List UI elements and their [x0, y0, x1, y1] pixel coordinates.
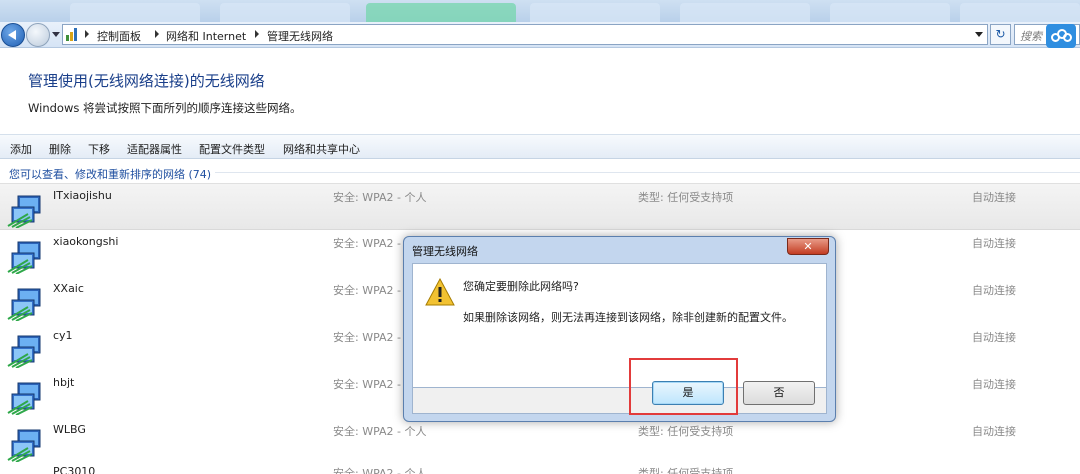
back-button[interactable] — [1, 23, 25, 47]
network-name: WLBG — [53, 423, 86, 436]
browser-tab[interactable] — [530, 3, 660, 22]
network-connect-mode: 自动连接 — [972, 331, 1016, 344]
add-button[interactable]: 添加 — [10, 141, 32, 157]
refresh-button[interactable]: ↻ — [990, 24, 1011, 45]
network-name: hbjt — [53, 376, 75, 389]
browser-tab[interactable] — [830, 3, 950, 22]
dialog-close-button[interactable]: ✕ — [787, 238, 829, 255]
network-name: xiaokongshi — [53, 235, 119, 248]
network-name: cy1 — [53, 329, 73, 342]
list-item[interactable]: PC3010 安全: WPA2 - 个人 类型: 任何受支持项 — [0, 462, 1080, 474]
control-panel-icon — [66, 28, 80, 41]
dialog-message: 如果删除该网络，则无法再连接到该网络，除非创建新的配置文件。 — [463, 311, 793, 324]
network-name: XXaic — [53, 282, 84, 295]
page-description: Windows 将尝试按照下面所列的顺序连接这些网络。 — [28, 101, 302, 115]
network-connect-mode: 自动连接 — [972, 425, 1016, 438]
breadcrumb-separator-icon[interactable] — [85, 30, 89, 38]
group-divider — [215, 172, 1080, 173]
list-item[interactable]: WLBG 安全: WPA2 - 个人 类型: 任何受支持项 自动连接 — [0, 418, 1080, 465]
forward-button[interactable] — [26, 23, 50, 47]
network-connect-mode: 自动连接 — [972, 237, 1016, 250]
dialog-body: 您确定要删除此网络吗? 如果删除该网络，则无法再连接到该网络，除非创建新的配置文… — [412, 263, 827, 388]
breadcrumb-manage-wireless[interactable]: 管理无线网络 — [267, 28, 333, 44]
page-title: 管理使用(无线网络连接)的无线网络 — [28, 72, 265, 90]
network-security: 安全: WPA2 - 个人 — [333, 191, 427, 204]
network-security: 安全: WPA2 - 个人 — [333, 467, 427, 474]
wireless-network-icon — [7, 288, 41, 321]
breadcrumb-separator-icon[interactable] — [155, 30, 159, 38]
address-toolbar: 控制面板 网络和 Internet 管理无线网络 ↻ 搜索 — [0, 22, 1080, 48]
dialog-title: 管理无线网络 — [412, 245, 478, 258]
wireless-network-icon — [7, 195, 41, 228]
network-connect-mode: 自动连接 — [972, 191, 1016, 204]
browser-tab[interactable] — [70, 3, 200, 22]
breadcrumb-separator-icon[interactable] — [255, 30, 259, 38]
network-group-header[interactable]: 您可以查看、修改和重新排序的网络 (74) — [9, 166, 211, 182]
highlight-annotation — [629, 358, 738, 415]
network-type: 类型: 任何受支持项 — [638, 191, 734, 204]
remove-button[interactable]: 删除 — [49, 141, 71, 157]
move-down-button[interactable]: 下移 — [88, 141, 110, 157]
network-connect-mode: 自动连接 — [972, 378, 1016, 391]
network-name: ITxiaojishu — [53, 189, 112, 202]
breadcrumb-control-panel[interactable]: 控制面板 — [97, 28, 141, 44]
cloud-app-icon[interactable] — [1046, 24, 1076, 48]
profile-types-button[interactable]: 配置文件类型 — [199, 141, 265, 157]
list-item[interactable]: ITxiaojishu 安全: WPA2 - 个人 类型: 任何受支持项 自动连… — [0, 183, 1080, 230]
browser-tab[interactable] — [220, 3, 350, 22]
breadcrumb-network-internet[interactable]: 网络和 Internet — [166, 28, 246, 44]
address-history-dropdown-icon[interactable] — [975, 32, 983, 37]
search-placeholder: 搜索 — [1020, 30, 1042, 43]
browser-tab[interactable] — [960, 3, 1080, 22]
recent-pages-dropdown[interactable] — [52, 32, 60, 37]
network-sharing-center-button[interactable]: 网络和共享中心 — [283, 141, 360, 157]
dialog-question: 您确定要删除此网络吗? — [463, 280, 579, 293]
warning-icon — [425, 278, 455, 306]
browser-tab-strip — [0, 0, 1080, 22]
adapter-properties-button[interactable]: 适配器属性 — [127, 141, 182, 157]
no-button[interactable]: 否 — [743, 381, 815, 405]
network-connect-mode: 自动连接 — [972, 284, 1016, 297]
network-name: PC3010 — [53, 465, 96, 474]
address-bar[interactable]: 控制面板 网络和 Internet 管理无线网络 — [62, 24, 988, 45]
wireless-network-icon — [7, 241, 41, 274]
browser-tab-active[interactable] — [366, 3, 516, 22]
network-type: 类型: 任何受支持项 — [638, 425, 734, 438]
wireless-network-icon — [7, 335, 41, 368]
network-type: 类型: 任何受支持项 — [638, 467, 734, 474]
wireless-network-icon — [7, 429, 41, 462]
browser-tab[interactable] — [680, 3, 810, 22]
wireless-network-icon — [7, 382, 41, 415]
network-security: 安全: WPA2 - 个人 — [333, 425, 427, 438]
command-bar: 添加 删除 下移 适配器属性 配置文件类型 网络和共享中心 — [0, 134, 1080, 159]
delete-network-dialog: 管理无线网络 ✕ 您确定要删除此网络吗? 如果删除该网络，则无法再连接到该网络，… — [403, 236, 836, 422]
